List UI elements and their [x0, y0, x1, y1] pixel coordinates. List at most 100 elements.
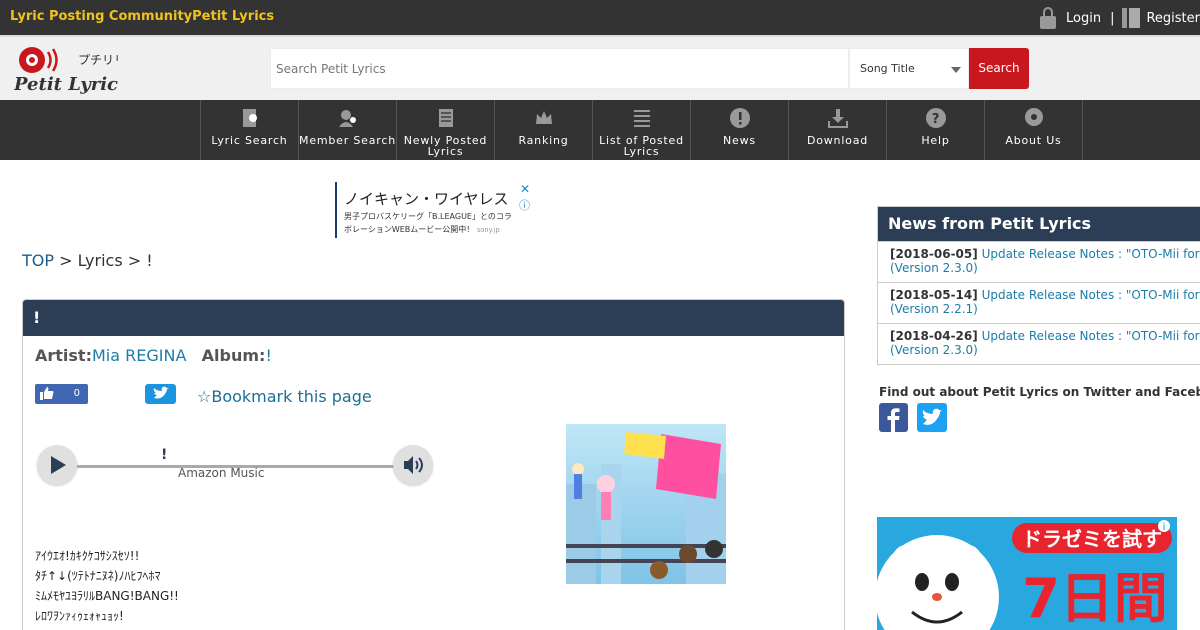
site-title[interactable]: Lyric Posting CommunityPetit Lyrics [10, 9, 274, 24]
about-icon [1025, 108, 1043, 126]
news-link[interactable]: Update Release Notes : "OTO-Mii for [982, 329, 1200, 343]
album-label: Album: [201, 346, 266, 365]
nav-label: About Us [1005, 134, 1062, 147]
svg-text:?: ? [932, 112, 940, 127]
ad-title: ノイキャン・ワイヤレス [344, 190, 509, 208]
play-button[interactable] [37, 445, 77, 485]
search-type-select[interactable]: Song Title [849, 48, 969, 89]
member-search-icon [339, 110, 356, 127]
logo-brand: Petit Lyrics [14, 74, 118, 95]
nav-label: Ranking [518, 134, 569, 147]
nav-item-download[interactable]: Download [789, 100, 887, 160]
petit-lyrics-logo[interactable]: プチリリ Petit Lyrics [14, 42, 118, 96]
news-date: [2018-04-26] [890, 329, 978, 343]
artist-link[interactable]: Mia REGINA [92, 346, 186, 365]
nav-label: Newly Posted Lyrics [403, 134, 488, 158]
lock-icon [1040, 7, 1056, 29]
info-icon[interactable]: ⓘ [519, 197, 530, 213]
news-link[interactable]: Update Release Notes : "OTO-Mii for [982, 288, 1200, 302]
nav-label: Lyric Search [211, 134, 288, 147]
lyric-line: ﾐﾑﾒﾓﾔﾕﾖﾗﾘﾙBANG!BANG!! [35, 589, 179, 603]
breadcrumb: TOP > Lyrics > ! [22, 251, 153, 270]
ad-line2: ボレーションWEBムービー公開中！ [344, 225, 475, 234]
speaker-icon [404, 456, 423, 474]
ad-domain: sony.jp [476, 226, 500, 234]
top-bar: Lyric Posting CommunityPetit Lyrics Logi… [0, 0, 1200, 35]
ad-side-line1: ドラゼミを試す [1022, 527, 1162, 551]
register-icon [1122, 8, 1141, 28]
crown-icon [536, 111, 552, 124]
search-type-value: Song Title [860, 62, 915, 75]
lyrics-body: ｱｲｳｴｵ!ｶｷｸｹｺｻｼｽｾｿ!! ﾀﾁ↑↓(ﾂﾃﾄﾅﾆﾇﾈ)ﾉﾊﾋﾌﾍﾎﾏ ﾐﾑ… [35, 546, 179, 626]
tweet-button[interactable] [145, 384, 176, 404]
breadcrumb-sep: > [54, 251, 78, 270]
social-title: Find out about Petit Lyrics on Twitter a… [879, 385, 1200, 399]
song-title: ! [23, 300, 844, 336]
facebook-button[interactable] [879, 403, 908, 432]
nav-label: Download [806, 134, 869, 147]
song-meta: Artist:Mia REGINA Album:! [35, 346, 272, 365]
news-item: [2018-06-05] Update Release Notes : "OTO… [878, 241, 1200, 282]
lyric-line: ﾀﾁ↑↓(ﾂﾃﾄﾅﾆﾇﾈ)ﾉﾊﾋﾌﾍﾎﾏ [35, 569, 161, 583]
nav-item-ranking[interactable]: Ranking [495, 100, 593, 160]
news-version[interactable]: (Version 2.3.0) [890, 261, 978, 275]
play-icon [51, 456, 66, 474]
close-icon[interactable]: ✕ [520, 182, 530, 196]
nav-item-news[interactable]: News [691, 100, 789, 160]
album-link[interactable]: ! [265, 346, 271, 365]
breadcrumb-lyrics: Lyrics [77, 251, 123, 270]
list-icon [634, 110, 650, 127]
ad-line2-wrap: ボレーションWEBムービー公開中！ sony.jp [344, 224, 532, 236]
nav-label: List of Posted Lyrics [599, 134, 684, 158]
chevron-down-icon [951, 67, 961, 73]
download-icon [828, 109, 848, 128]
breadcrumb-sep: > [122, 251, 147, 270]
nav-label: Help [921, 134, 950, 147]
nav-label: Member Search [299, 134, 396, 147]
nav-label: News [723, 134, 756, 147]
nav-item-newly-posted[interactable]: Newly Posted Lyrics [397, 100, 495, 160]
news-box: News from Petit Lyrics [2018-06-05] Upda… [877, 206, 1200, 365]
player-track-title: ! [161, 447, 168, 463]
register-link[interactable]: Register [1146, 11, 1200, 26]
main-nav: Lyric Search Member Search Newly Posted … [0, 100, 1200, 160]
nav-item-about-us[interactable]: About Us [985, 100, 1083, 160]
breadcrumb-current: ! [146, 251, 153, 270]
like-count: 0 [73, 388, 80, 399]
like-button[interactable]: 0 [35, 384, 88, 404]
question-icon: ? [926, 108, 946, 128]
logo-kana: プチリリ [78, 53, 118, 67]
lyric-line: ｱｲｳｴｵ!ｶｷｸｹｺｻｼｽｾｿ!! [35, 549, 140, 563]
news-link[interactable]: Update Release Notes : "OTO-Mii for [982, 247, 1200, 261]
news-version[interactable]: (Version 2.3.0) [890, 343, 978, 357]
lyric-panel: ! Artist:Mia REGINA Album:! 0 ☆Bookmark … [22, 299, 845, 630]
svg-text:i: i [1163, 522, 1166, 533]
audio-player: ! Amazon Music [37, 445, 435, 487]
bookmark-link[interactable]: ☆Bookmark this page [197, 387, 372, 406]
twitter-icon [922, 408, 942, 425]
twitter-bird-icon [153, 386, 169, 399]
facebook-icon [887, 408, 900, 432]
login-link[interactable]: Login [1066, 11, 1101, 26]
ad-banner-side[interactable]: ドラゼミを試す 7日間 i [877, 517, 1177, 630]
nav-item-help[interactable]: ? Help [887, 100, 985, 160]
lyric-search-icon [243, 109, 257, 127]
search-input[interactable] [270, 48, 849, 89]
ad-banner-top[interactable]: ノイキャン・ワイヤレス 男子プロバスケリーグ「B.LEAGUE」とのコラ ボレー… [335, 182, 532, 238]
news-title: News from Petit Lyrics [878, 207, 1200, 241]
player-source: Amazon Music [178, 466, 265, 480]
search-button[interactable]: Search [969, 48, 1029, 89]
nav-item-lyric-search[interactable]: Lyric Search [201, 100, 299, 160]
thumbs-up-icon [40, 387, 54, 400]
volume-button[interactable] [393, 445, 433, 485]
nav-item-member-search[interactable]: Member Search [299, 100, 397, 160]
breadcrumb-top[interactable]: TOP [22, 251, 54, 270]
header: プチリリ Petit Lyrics Song Title Search [0, 35, 1200, 100]
auth-links: Login | Register [1040, 6, 1200, 30]
lyric-line: ﾚﾛﾜｦﾝｧｨｩｪｫｬｭｮｯ! [35, 609, 124, 623]
news-version[interactable]: (Version 2.2.1) [890, 302, 978, 316]
ad-side-line2: 7日間 [1022, 567, 1168, 630]
nav-item-list-of-posted[interactable]: List of Posted Lyrics [593, 100, 691, 160]
news-date: [2018-05-14] [890, 288, 978, 302]
twitter-button[interactable] [917, 403, 947, 432]
